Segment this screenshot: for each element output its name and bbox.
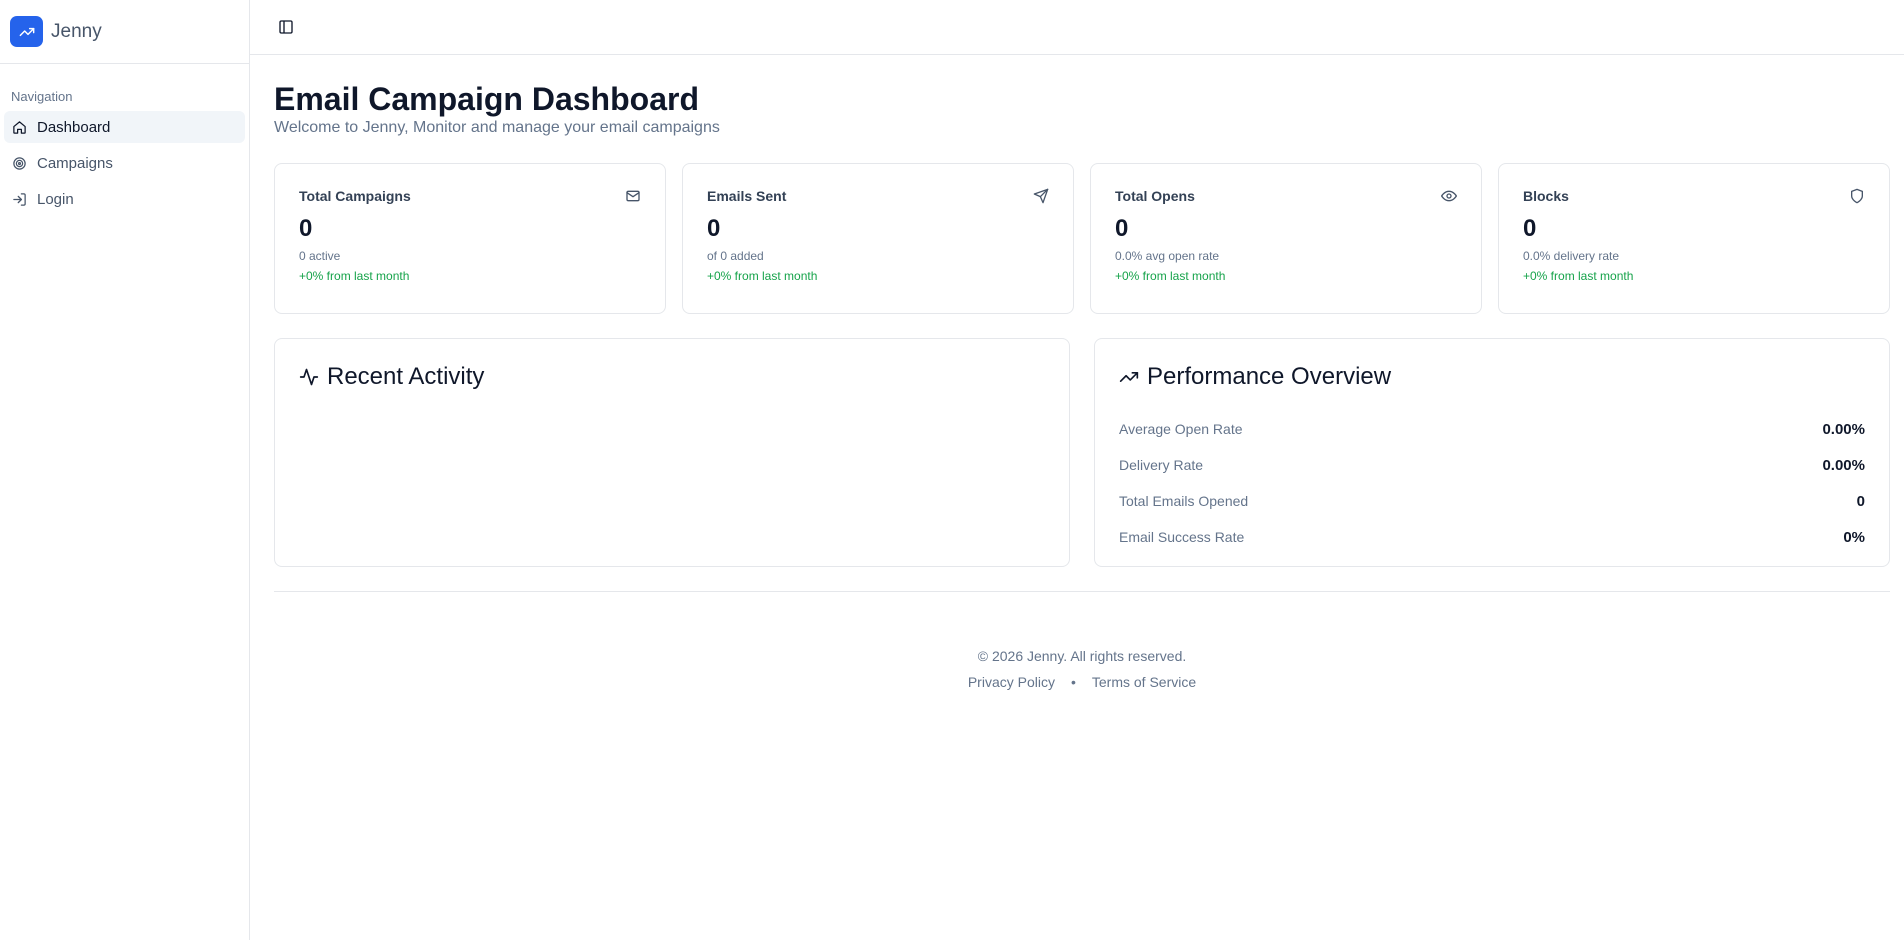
brand[interactable]: Jenny: [0, 0, 249, 64]
topbar: [250, 0, 1904, 55]
sidebar-nav: Dashboard Campaigns Login: [0, 111, 249, 215]
main-area: Email Campaign Dashboard Welcome to Jenn…: [250, 0, 1904, 940]
stat-value: 0: [707, 215, 721, 243]
copyright-text: © 2026 Jenny. All rights reserved.: [977, 648, 1187, 665]
performance-value: 0%: [1843, 528, 1865, 546]
stat-trend: +0% from last month: [1115, 269, 1226, 284]
page-content: Email Campaign Dashboard Welcome to Jenn…: [250, 55, 1904, 690]
shield-icon: [1851, 189, 1863, 204]
sidebar-item-label: Dashboard: [37, 118, 111, 136]
sidebar-item-label: Login: [37, 190, 74, 208]
terms-of-service-link[interactable]: Terms of Service: [1092, 674, 1196, 690]
sidebar-toggle-button[interactable]: [272, 13, 300, 41]
privacy-policy-link[interactable]: Privacy Policy: [968, 674, 1055, 690]
stat-value: 0: [1115, 215, 1129, 243]
stat-trend: +0% from last month: [707, 269, 818, 284]
performance-overview-panel: Performance Overview Average Open Rate 0…: [1094, 338, 1890, 568]
stat-trend: +0% from last month: [299, 269, 410, 284]
performance-row: Delivery Rate 0.00%: [1119, 447, 1865, 483]
stat-sub: 0.0% avg open rate: [1115, 249, 1220, 264]
stat-title: Blocks: [1523, 188, 1569, 205]
page-subtitle: Welcome to Jenny, Monitor and manage you…: [274, 119, 720, 137]
send-icon: [1033, 189, 1049, 204]
recent-activity-title: Recent Activity: [327, 363, 485, 391]
mail-icon: [626, 191, 640, 202]
stat-card-total-opens: Total Opens 0 0.0% avg open rate +0% fro…: [1090, 163, 1482, 315]
performance-label: Email Success Rate: [1119, 529, 1245, 546]
performance-value: 0.00%: [1822, 420, 1865, 438]
recent-activity-panel: Recent Activity: [274, 338, 1070, 568]
stat-card-emails-sent: Emails Sent 0 of 0 added +0% from last m…: [682, 163, 1074, 315]
eye-icon: [1441, 191, 1457, 202]
performance-row: Total Emails Opened 0: [1119, 483, 1865, 519]
sidebar-item-label: Campaigns: [37, 154, 113, 172]
sidebar-item-login[interactable]: Login: [4, 183, 245, 215]
trending-up-icon: [1119, 372, 1139, 383]
activity-icon: [299, 369, 319, 386]
performance-label: Average Open Rate: [1119, 421, 1243, 438]
performance-list: Average Open Rate 0.00% Delivery Rate 0.…: [1119, 411, 1865, 555]
nav-section-label: Navigation: [11, 89, 73, 104]
target-icon: [13, 156, 26, 170]
performance-row: Average Open Rate 0.00%: [1119, 411, 1865, 447]
app-shell: Jenny Navigation Dashboard Campaigns Log…: [0, 0, 1904, 940]
stat-sub: 0 active: [299, 249, 341, 264]
footer: © 2026 Jenny. All rights reserved. Priva…: [274, 591, 1890, 690]
page-title: Email Campaign Dashboard: [274, 81, 699, 117]
brand-name: Jenny: [51, 20, 102, 42]
stat-card-total-campaigns: Total Campaigns 0 0 active +0% from last…: [274, 163, 666, 315]
performance-label: Total Emails Opened: [1119, 493, 1249, 510]
sidebar-item-dashboard[interactable]: Dashboard: [4, 111, 245, 143]
performance-value: 0.00%: [1822, 456, 1865, 474]
login-icon: [13, 192, 26, 206]
panels-row: Recent Activity Performance Overview Ave…: [274, 338, 1890, 568]
stat-title: Total Opens: [1115, 188, 1195, 205]
stat-card-blocks: Blocks 0 0.0% delivery rate +0% from las…: [1498, 163, 1890, 315]
stat-value: 0: [299, 215, 313, 243]
stat-sub: 0.0% delivery rate: [1523, 249, 1620, 264]
footer-separator: •: [1070, 674, 1076, 691]
stat-title: Total Campaigns: [299, 188, 411, 205]
sidebar: Jenny Navigation Dashboard Campaigns Log…: [0, 0, 250, 940]
sidebar-item-campaigns[interactable]: Campaigns: [4, 147, 245, 179]
home-icon: [13, 120, 26, 134]
stat-sub: of 0 added: [707, 249, 764, 264]
performance-value: 0: [1856, 492, 1865, 510]
trending-up-icon: [10, 16, 43, 47]
stats-grid: Total Campaigns 0 0 active +0% from last…: [274, 163, 1890, 315]
performance-label: Delivery Rate: [1119, 457, 1204, 474]
stat-title: Emails Sent: [707, 188, 787, 205]
footer-links: Privacy Policy • Terms of Service: [274, 674, 1890, 690]
panel-left-icon: [279, 20, 293, 34]
stat-trend: +0% from last month: [1523, 269, 1634, 284]
performance-row: Email Success Rate 0%: [1119, 519, 1865, 555]
stat-value: 0: [1523, 215, 1537, 243]
performance-overview-title: Performance Overview: [1147, 363, 1392, 391]
